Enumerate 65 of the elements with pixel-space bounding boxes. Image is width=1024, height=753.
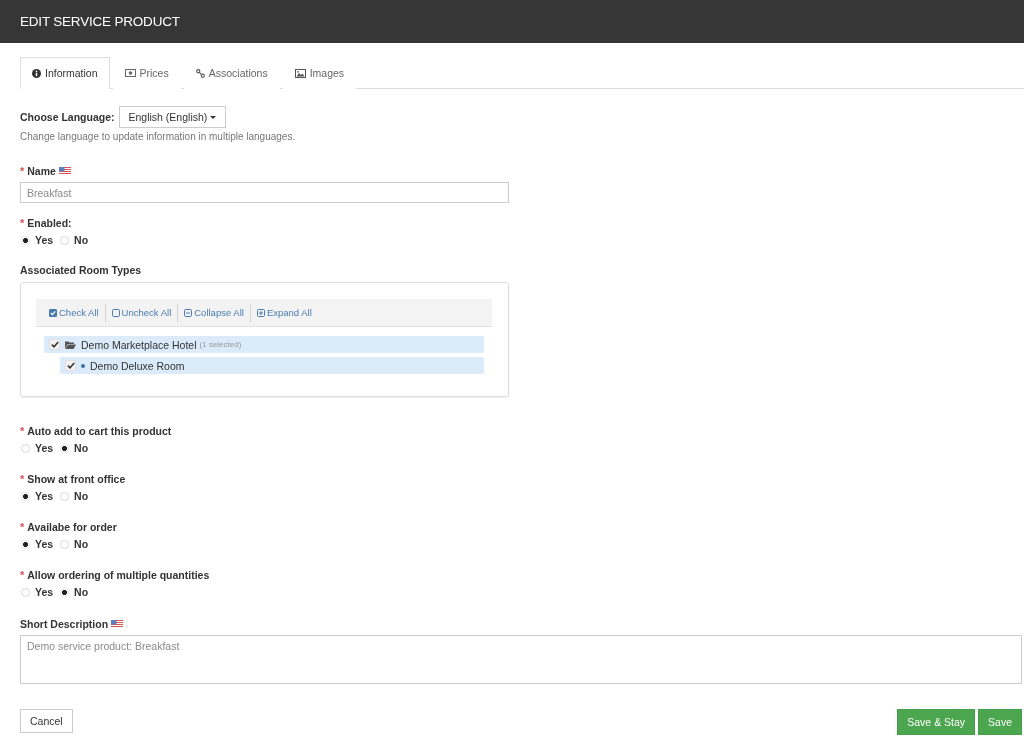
radio-button[interactable]	[21, 443, 30, 453]
square-icon	[111, 308, 120, 317]
required-mark: *	[20, 472, 25, 486]
tick-icon	[50, 341, 59, 348]
radio-button[interactable]	[21, 539, 30, 549]
language-dropdown[interactable]: English (English)	[118, 106, 227, 128]
tick-icon	[66, 362, 75, 369]
radio-button[interactable]	[60, 491, 70, 501]
name-input[interactable]: Breakfast	[20, 182, 509, 203]
tree-checkbox[interactable]	[49, 339, 60, 350]
field-label: Availabe for order	[27, 520, 117, 534]
field-label: Name	[27, 164, 56, 178]
radio-button[interactable]	[21, 491, 30, 501]
help-text: Change language to update information in multiple languages.	[20, 130, 297, 144]
selected-count: (1 selected)	[199, 340, 242, 349]
option-label: No	[74, 490, 89, 502]
option-label: No	[74, 234, 89, 246]
field-label: Allow ordering of multiple quantities	[27, 568, 210, 582]
minus-square-icon	[184, 308, 193, 317]
required-mark: *	[20, 520, 25, 534]
radio-button[interactable]	[60, 235, 70, 245]
required-mark: *	[20, 216, 25, 230]
tree-row[interactable]: Demo Marketplace Hotel (1 selected)	[44, 336, 484, 353]
option-label: Yes	[35, 234, 54, 246]
tree-action-button[interactable]: Check All	[47, 303, 105, 322]
radio-button[interactable]	[60, 587, 70, 597]
option-label: No	[74, 442, 89, 454]
radio-button[interactable]	[60, 539, 70, 549]
field-label: Auto add to cart this product	[27, 424, 172, 438]
option-label: No	[74, 586, 89, 598]
option-label: Yes	[35, 490, 54, 502]
option-label: Yes	[35, 442, 54, 454]
field-label: Enabled:	[27, 216, 72, 230]
field-label: Show at front office	[27, 472, 126, 486]
tree-action-button[interactable]: Collapse All	[177, 303, 250, 322]
tree-node-label: Demo Marketplace Hotel	[81, 338, 197, 351]
tree-row[interactable]: Demo Deluxe Room	[60, 357, 484, 374]
tree-action-button[interactable]: Expand All	[249, 303, 318, 322]
tree-node-label: Demo Deluxe Room	[90, 359, 185, 372]
radio-button[interactable]	[21, 587, 30, 597]
option-label: No	[74, 538, 89, 550]
radio-button[interactable]	[21, 235, 30, 245]
required-mark: *	[20, 424, 25, 438]
required-mark: *	[20, 164, 25, 178]
option-label: Yes	[35, 586, 54, 598]
banknote-icon	[124, 69, 136, 77]
info-icon	[32, 68, 41, 78]
short-description-input[interactable]: Demo service product: Breakfast	[20, 635, 1022, 684]
page-title: EDIT SERVICE PRODUCT	[20, 14, 180, 29]
checked-square-icon	[49, 308, 57, 317]
field-label: Short Description	[20, 617, 109, 631]
bullet-icon	[81, 363, 85, 368]
plus-square-icon	[256, 308, 265, 317]
radio-button[interactable]	[60, 443, 70, 453]
required-mark: *	[20, 568, 25, 582]
link-icon	[195, 68, 205, 78]
tab[interactable]: Information	[20, 57, 110, 89]
image-icon	[294, 68, 306, 78]
field-label: Choose Language:	[20, 110, 115, 124]
cancel-button[interactable]: Cancel	[20, 709, 73, 733]
option-label: Yes	[35, 538, 54, 550]
field-label: Associated Room Types	[20, 263, 142, 277]
tree-checkbox[interactable]	[65, 360, 76, 371]
tree-action-button[interactable]: Uncheck All	[104, 303, 178, 322]
caret-icon	[210, 115, 217, 119]
